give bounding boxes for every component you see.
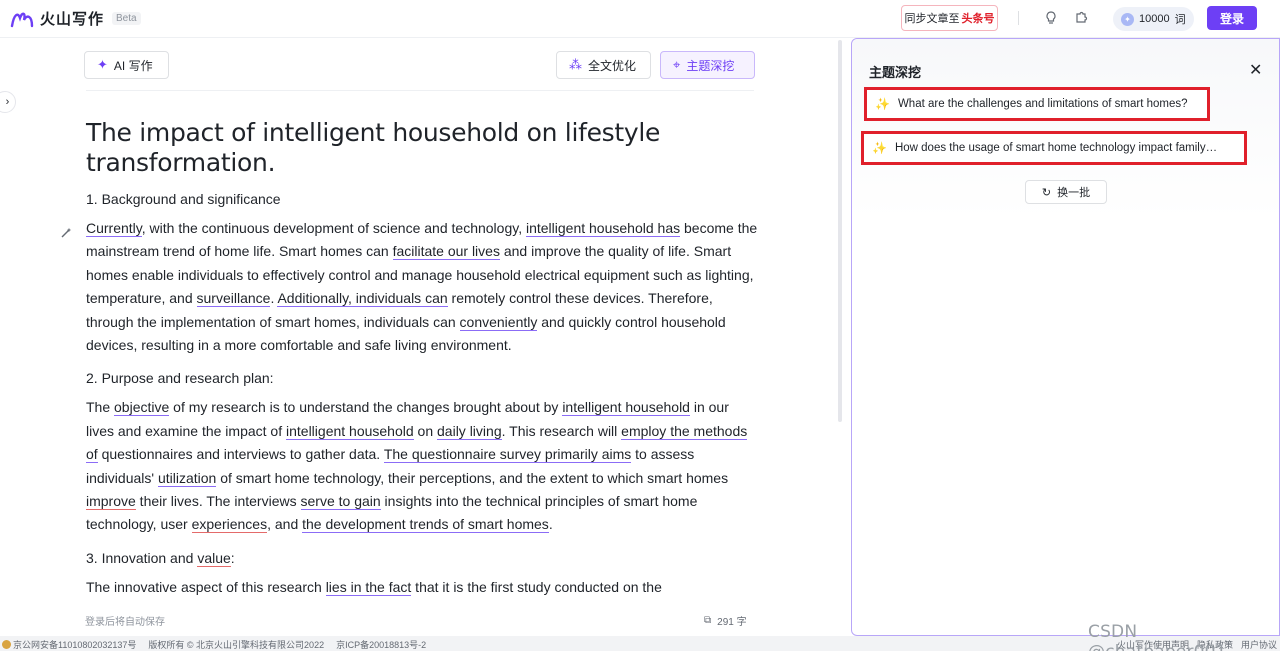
- grammar-suggestion[interactable]: surveillance: [196, 290, 271, 308]
- autosave-hint: 登录后将自动保存: [85, 617, 165, 628]
- heading-3-flagged-word[interactable]: value: [197, 549, 231, 567]
- credits-value: 10000: [1139, 13, 1170, 25]
- topic-dig-button[interactable]: ⌖ 主题深挖: [660, 51, 755, 79]
- spelling-suggestion[interactable]: improve: [86, 493, 136, 511]
- grammar-suggestion[interactable]: conveniently: [459, 313, 538, 331]
- top-bar: 火山写作 Beta 同步文章至 头条号 ✦ 10000 词 登录: [0, 0, 1280, 38]
- editor-scrollbar[interactable]: [838, 40, 842, 422]
- text-run: , with the continuous development of sci…: [141, 220, 526, 236]
- sync-label: 同步文章至: [904, 13, 960, 25]
- optimize-label: 全文优化: [588, 58, 637, 73]
- refresh-label: 换一批: [1057, 187, 1091, 199]
- sparkles-icon: ✨: [872, 141, 887, 155]
- text-run: of smart home technology, their percepti…: [216, 469, 729, 486]
- plugin-icon[interactable]: [1073, 10, 1089, 26]
- grammar-suggestion[interactable]: serve to gain: [300, 493, 381, 511]
- word-count-unit: 字: [736, 617, 747, 628]
- ai-write-label: AI 写作: [113, 58, 153, 73]
- grammar-suggestion[interactable]: intelligent household: [286, 422, 414, 440]
- beta-badge: Beta: [112, 12, 141, 25]
- optimize-all-button[interactable]: ⁂ 全文优化: [556, 51, 651, 79]
- grammar-suggestion[interactable]: Additionally, individuals can: [277, 290, 448, 308]
- topic-dig-panel: 主题深挖 ✕ ✨ What are the challenges and lim…: [851, 38, 1280, 636]
- magic-sparkles-icon: ⁂: [569, 57, 582, 72]
- grammar-suggestion[interactable]: intelligent household: [562, 399, 690, 417]
- chevron-right-icon: ›: [5, 96, 10, 108]
- copy-icon[interactable]: ⧉: [704, 615, 711, 626]
- sparkles-icon: ✨: [875, 97, 890, 111]
- sync-article-button[interactable]: 同步文章至 头条号: [901, 5, 998, 31]
- grammar-suggestion[interactable]: The questionnaire survey primarily aims: [383, 446, 632, 464]
- section-heading-3[interactable]: 3. Innovation and value:: [86, 547, 758, 570]
- app-logo[interactable]: 火山写作 Beta: [10, 8, 141, 29]
- topic-dig-label: 主题深挖: [686, 58, 735, 73]
- text-run: questionnaires and interviews to gather …: [97, 446, 384, 463]
- document-editor[interactable]: The impact of intelligent household on l…: [86, 118, 758, 599]
- sync-target: 头条号: [961, 13, 995, 25]
- grammar-suggestion[interactable]: objective: [114, 399, 170, 417]
- topic-suggestion[interactable]: ✨ What are the challenges and limitation…: [864, 87, 1210, 121]
- word-count-value: 291: [717, 617, 734, 628]
- word-count: ⧉ 291 字: [704, 613, 747, 628]
- credits-icon: ✦: [1121, 12, 1134, 26]
- credits-balance[interactable]: ✦ 10000 词: [1113, 7, 1194, 31]
- text-run: that it is the first study conducted on …: [411, 578, 662, 595]
- text-run: their lives. The interviews: [135, 493, 301, 510]
- text-run: on: [413, 422, 438, 439]
- topic-suggestion[interactable]: ✨ How does the usage of smart home techn…: [861, 131, 1247, 165]
- login-button[interactable]: 登录: [1207, 6, 1257, 30]
- text-run: The innovative aspect of this research: [86, 578, 326, 595]
- grammar-suggestion[interactable]: utilization: [157, 469, 217, 487]
- grammar-suggestion[interactable]: the development trends of smart homes: [302, 516, 549, 534]
- grammar-suggestion[interactable]: daily living: [437, 422, 502, 440]
- ai-write-button[interactable]: ✦ AI 写作: [84, 51, 169, 79]
- spelling-suggestion[interactable]: experiences: [191, 516, 268, 534]
- app-name: 火山写作: [40, 11, 105, 28]
- paragraph-1[interactable]: Currently, with the continuous developme…: [86, 217, 758, 357]
- text-run: , and: [267, 516, 303, 533]
- sparkle-icon: ✦: [97, 57, 108, 72]
- refresh-icon: ↻: [1041, 186, 1052, 199]
- text-run: . This research will: [501, 422, 622, 439]
- volcano-logo-icon: [10, 12, 34, 27]
- heading-3-suffix: :: [230, 549, 235, 566]
- topic-text: How does the usage of smart home technol…: [894, 142, 1218, 154]
- icp-record[interactable]: 京ICP备20018813号-2: [336, 638, 426, 651]
- lightbulb-icon[interactable]: [1043, 10, 1059, 26]
- expand-sidebar-button[interactable]: ›: [0, 91, 16, 113]
- text-run: The: [86, 399, 115, 416]
- grammar-suggestion[interactable]: lies in the fact: [325, 578, 412, 596]
- location-pin-icon: ⌖: [673, 57, 681, 72]
- paragraph-2[interactable]: The objective of my research is to under…: [86, 396, 758, 536]
- police-badge-icon: [2, 640, 11, 649]
- credits-unit: 词: [1174, 14, 1186, 26]
- grammar-suggestion[interactable]: intelligent household has: [525, 220, 681, 237]
- copyright-text: 版权所有 © 北京火山引擎科技有限公司2022: [148, 640, 325, 650]
- topic-text: What are the challenges and limitations …: [897, 98, 1188, 110]
- heading-3-prefix: 3. Innovation and: [86, 549, 198, 566]
- toolbar-divider: [86, 90, 754, 91]
- panel-title: 主题深挖: [869, 65, 922, 80]
- section-heading-1[interactable]: 1. Background and significance: [86, 188, 758, 211]
- police-record-text: 京公网安备11010802032137号: [13, 640, 137, 650]
- grammar-suggestion[interactable]: facilitate our lives: [392, 243, 500, 261]
- document-title[interactable]: The impact of intelligent household on l…: [86, 118, 758, 178]
- grammar-suggestion[interactable]: Currently: [86, 220, 142, 237]
- refresh-topics-button[interactable]: ↻ 换一批: [1025, 180, 1107, 204]
- close-icon[interactable]: ✕: [1249, 60, 1262, 80]
- magic-wand-icon[interactable]: [56, 223, 76, 243]
- text-run: of my research is to understand the chan…: [169, 399, 563, 416]
- paragraph-3[interactable]: The innovative aspect of this research l…: [86, 576, 758, 599]
- section-heading-2[interactable]: 2. Purpose and research plan:: [86, 367, 758, 390]
- watermark: CSDN @chatpaper001: [1088, 622, 1227, 651]
- topbar-divider: [1018, 11, 1019, 25]
- police-record[interactable]: 京公网安备11010802032137号: [2, 638, 136, 651]
- text-run: .: [548, 516, 553, 533]
